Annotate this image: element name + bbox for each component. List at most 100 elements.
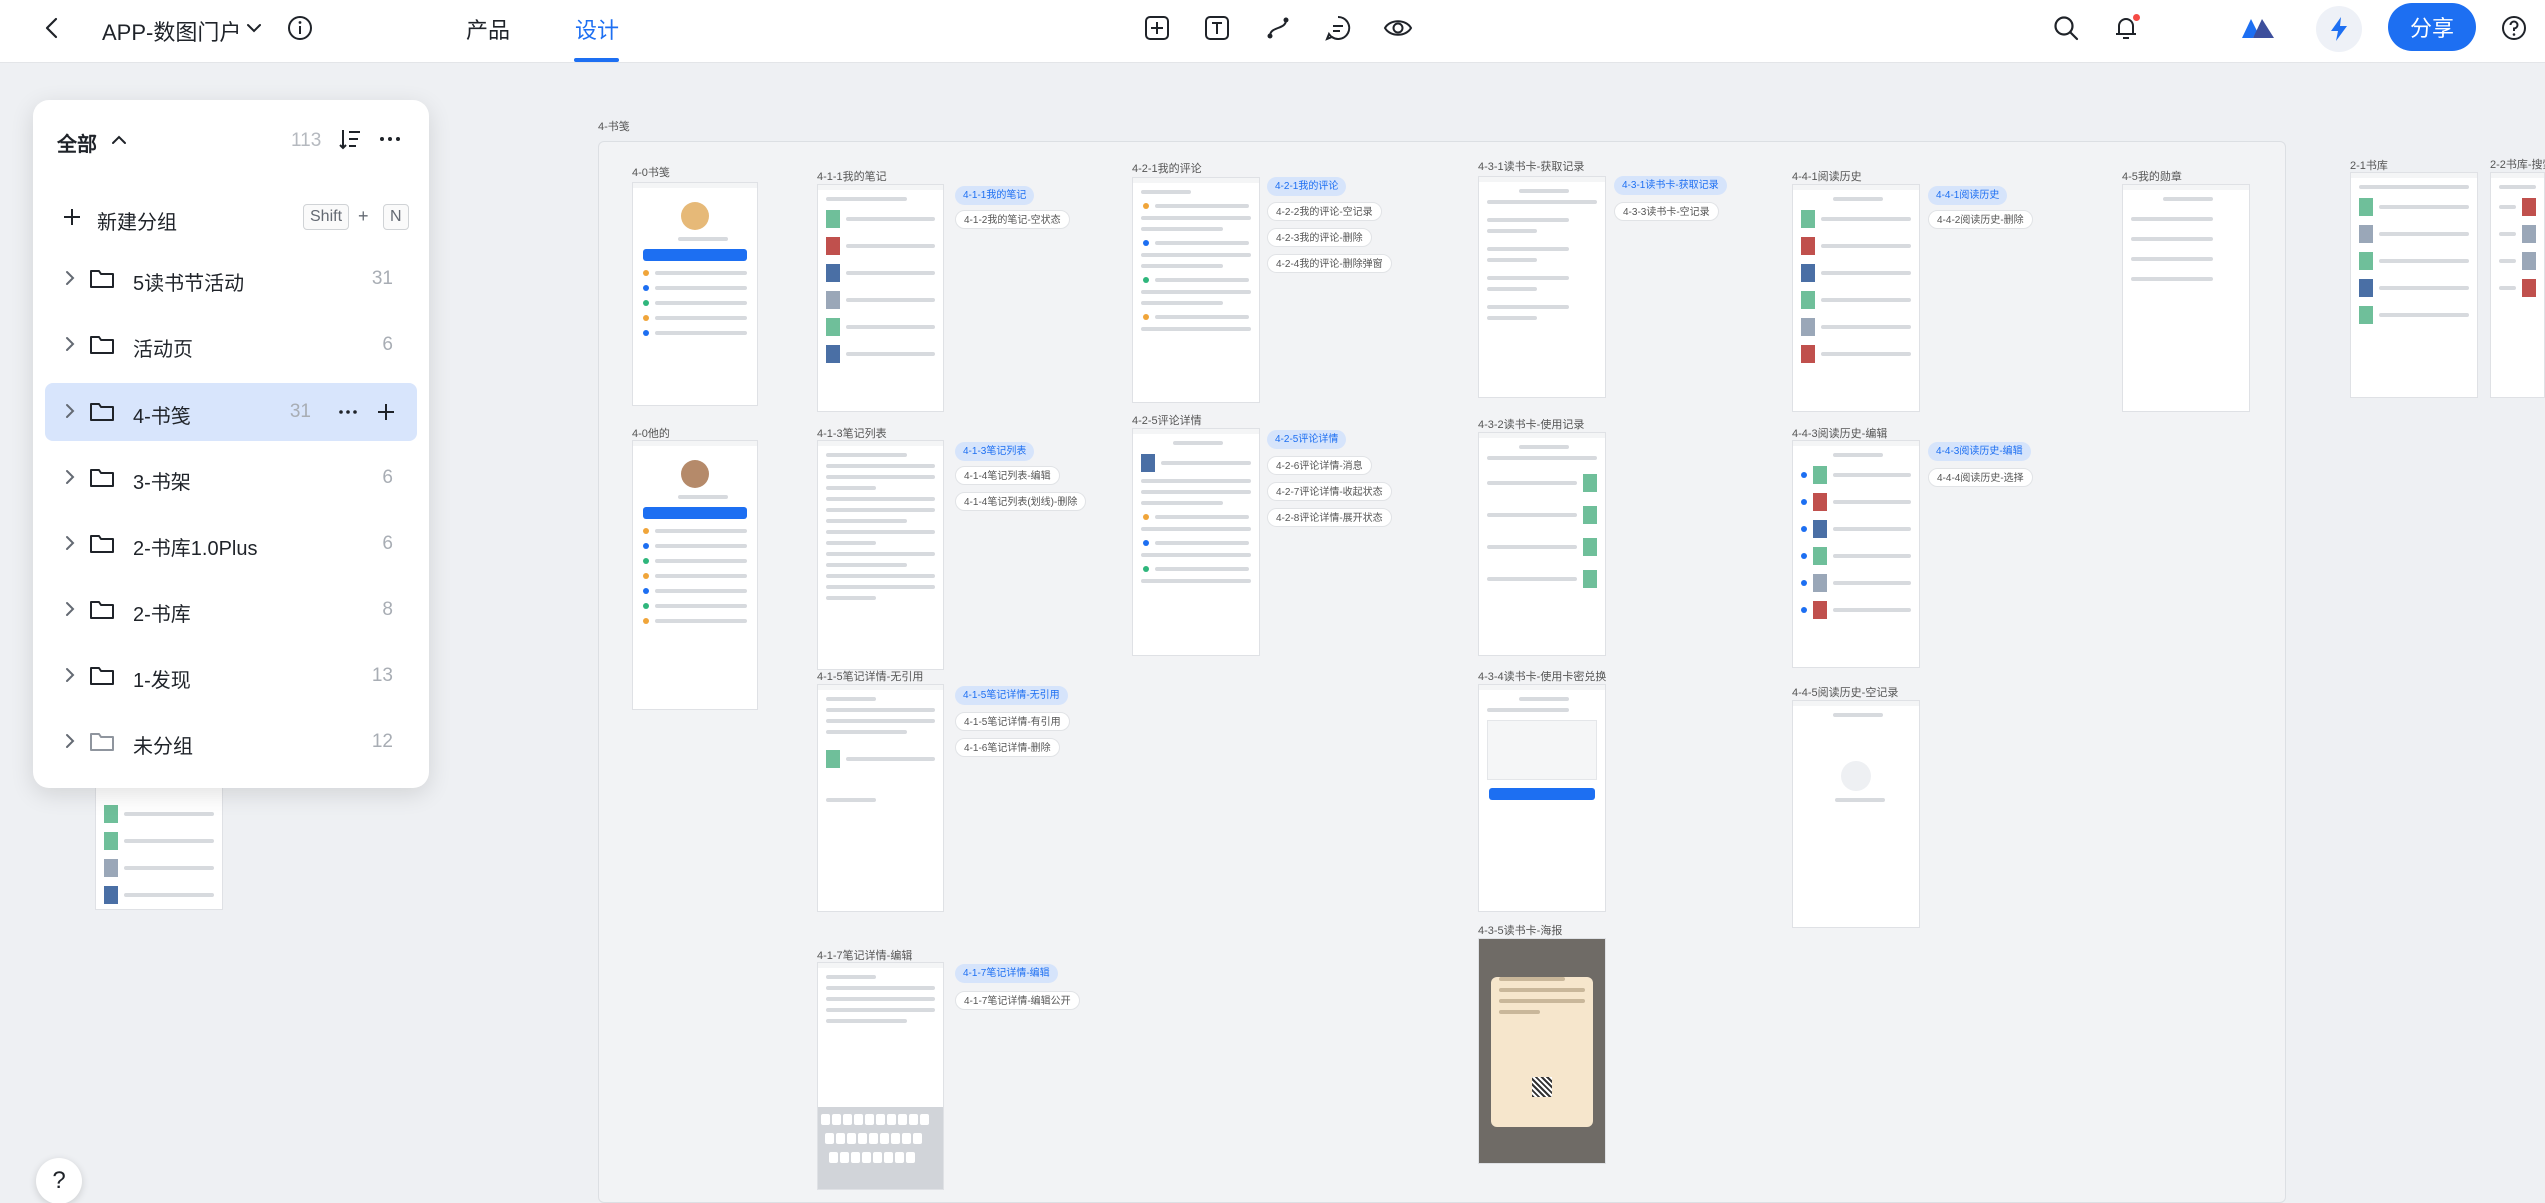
state-chip[interactable]: 4-4-1阅读历史 — [1928, 186, 2008, 205]
state-chip[interactable]: 4-1-2我的笔记-空状态 — [955, 210, 1070, 229]
state-chip[interactable]: 4-3-3读书卡-空记录 — [1614, 202, 1719, 221]
state-chip[interactable]: 4-2-5评论详情 — [1267, 430, 1347, 449]
chevron-right-icon[interactable] — [61, 401, 79, 421]
share-button[interactable]: 分享 — [2388, 3, 2476, 51]
group-more-icon[interactable] — [335, 399, 361, 425]
state-chip[interactable]: 4-1-3笔记列表 — [955, 442, 1035, 461]
state-chip[interactable]: 4-4-4阅读历史-选择 — [1928, 468, 2033, 487]
project-title[interactable]: APP-数图门户 — [102, 15, 241, 47]
shortcut-key: Shift — [303, 204, 350, 230]
state-chip[interactable]: 4-2-8评论详情-展开状态 — [1267, 508, 1392, 527]
group-item[interactable]: 2-书库 8 — [45, 581, 417, 639]
panel-title[interactable]: 全部 — [57, 128, 97, 157]
chevron-right-icon[interactable] — [61, 533, 79, 553]
screen-thumbnail[interactable] — [2122, 184, 2250, 412]
chevron-right-icon[interactable] — [61, 665, 79, 685]
group-name: 2-书库 — [133, 604, 191, 626]
state-chip[interactable]: 4-1-4笔记列表(划线)-删除 — [955, 492, 1087, 511]
state-chip[interactable]: 4-2-1我的评论 — [1267, 177, 1347, 196]
screen-thumbnail[interactable] — [1478, 684, 1606, 912]
total-count: 113 — [291, 130, 322, 151]
group-item[interactable]: 活动页 6 — [45, 316, 417, 374]
group-item-selected[interactable]: 4-书笺 31 — [45, 383, 417, 441]
state-chip[interactable]: 4-1-5笔记详情-有引用 — [955, 712, 1070, 731]
screen-thumbnail[interactable] — [95, 770, 223, 910]
group-add-icon[interactable] — [373, 399, 399, 425]
help-button[interactable]: ? — [36, 1158, 82, 1203]
screen-label: 4-3-2读书卡-使用记录 — [1478, 419, 1585, 431]
group-count: 12 — [371, 731, 393, 752]
search-icon[interactable] — [2050, 12, 2082, 44]
more-options-icon[interactable] — [377, 126, 403, 152]
back-icon[interactable] — [38, 14, 66, 42]
text-icon[interactable] — [1202, 13, 1232, 43]
connector-icon[interactable] — [1263, 13, 1293, 43]
screen-thumbnail[interactable] — [2350, 172, 2478, 398]
screen-thumbnail[interactable] — [817, 684, 944, 912]
brand-logo-icon[interactable] — [2238, 12, 2278, 44]
screen-thumbnail[interactable] — [632, 440, 758, 710]
state-chip[interactable]: 4-1-6笔记详情-删除 — [955, 738, 1060, 757]
screen-thumbnail[interactable] — [817, 440, 944, 670]
state-chip[interactable]: 4-2-4我的评论-删除弹窗 — [1267, 254, 1392, 273]
tab-design[interactable]: 设计 — [575, 13, 619, 45]
state-chip[interactable]: 4-1-7笔记详情-编辑 — [955, 964, 1058, 983]
group-panel: 全部 113 新建分组 Shift + N 5读书节活动 31 活动页 6 4-… — [33, 100, 429, 788]
chevron-right-icon[interactable] — [61, 599, 79, 619]
tab-product[interactable]: 产品 — [466, 13, 510, 45]
state-chip[interactable]: 4-2-6评论详情-消息 — [1267, 456, 1372, 475]
state-chip[interactable]: 4-2-7评论详情-收起状态 — [1267, 482, 1392, 501]
chevron-up-icon[interactable] — [109, 130, 129, 150]
state-chip[interactable]: 4-4-3阅读历史-编辑 — [1928, 442, 2031, 461]
sort-icon[interactable] — [337, 126, 363, 152]
screen-thumbnail[interactable] — [1478, 938, 1606, 1164]
preview-eye-icon[interactable] — [1383, 13, 1413, 43]
group-item[interactable]: 未分组 12 — [45, 713, 417, 771]
active-tab-indicator — [574, 58, 619, 62]
screen-thumbnail[interactable] — [2490, 172, 2545, 398]
chevron-right-icon[interactable] — [61, 467, 79, 487]
state-chip[interactable]: 4-3-1读书卡-获取记录 — [1614, 176, 1727, 195]
screen-thumbnail[interactable] — [817, 184, 944, 412]
folder-outline-icon — [89, 729, 115, 753]
info-icon[interactable] — [286, 14, 314, 42]
chevron-right-icon[interactable] — [61, 731, 79, 751]
help-icon[interactable] — [2498, 12, 2530, 44]
state-chip[interactable]: 4-1-1我的笔记 — [955, 186, 1035, 205]
screen-thumbnail[interactable] — [1478, 432, 1606, 656]
chevron-right-icon[interactable] — [61, 334, 79, 354]
chevron-right-icon[interactable] — [61, 268, 79, 288]
screen-label: 4-0他的 — [632, 428, 670, 440]
state-chip[interactable]: 4-4-2阅读历史-删除 — [1928, 210, 2033, 229]
state-chip[interactable]: 4-2-2我的评论-空记录 — [1267, 202, 1382, 221]
new-group-button[interactable]: 新建分组 Shift + N — [61, 200, 415, 240]
screen-thumbnail[interactable] — [1478, 176, 1606, 398]
group-item[interactable]: 1-发现 13 — [45, 647, 417, 705]
screen-label: 4-3-1读书卡-获取记录 — [1478, 161, 1585, 173]
screen-thumbnail[interactable] — [632, 182, 758, 406]
state-chip[interactable]: 4-1-7笔记详情-编辑公开 — [955, 991, 1080, 1010]
state-chip[interactable]: 4-2-3我的评论-删除 — [1267, 228, 1372, 247]
group-item[interactable]: 5读书节活动 31 — [45, 250, 417, 308]
state-chip[interactable]: 4-1-4笔记列表-编辑 — [955, 466, 1060, 485]
folder-icon — [89, 597, 115, 621]
screen-thumbnail[interactable] — [1792, 700, 1920, 928]
group-name: 1-发现 — [133, 670, 191, 692]
group-count: 31 — [289, 401, 311, 422]
group-name: 3-书架 — [133, 472, 191, 494]
chevron-down-icon[interactable] — [244, 18, 264, 38]
notification-bell-icon[interactable] — [2110, 12, 2142, 44]
screen-thumbnail[interactable] — [1132, 428, 1260, 656]
group-item[interactable]: 3-书架 6 — [45, 449, 417, 507]
add-frame-icon[interactable] — [1142, 13, 1172, 43]
screen-thumbnail[interactable] — [1792, 184, 1920, 412]
folder-icon — [89, 399, 115, 423]
screen-thumbnail[interactable] — [817, 962, 944, 1190]
screen-label: 4-0书笺 — [632, 167, 670, 179]
screen-thumbnail[interactable] — [1132, 177, 1260, 403]
screen-thumbnail[interactable] — [1792, 440, 1920, 668]
group-item[interactable]: 2-书库1.0Plus 6 — [45, 515, 417, 573]
lightning-icon[interactable] — [2316, 6, 2362, 52]
state-chip[interactable]: 4-1-5笔记详情-无引用 — [955, 686, 1068, 705]
comment-icon[interactable] — [1323, 13, 1353, 43]
